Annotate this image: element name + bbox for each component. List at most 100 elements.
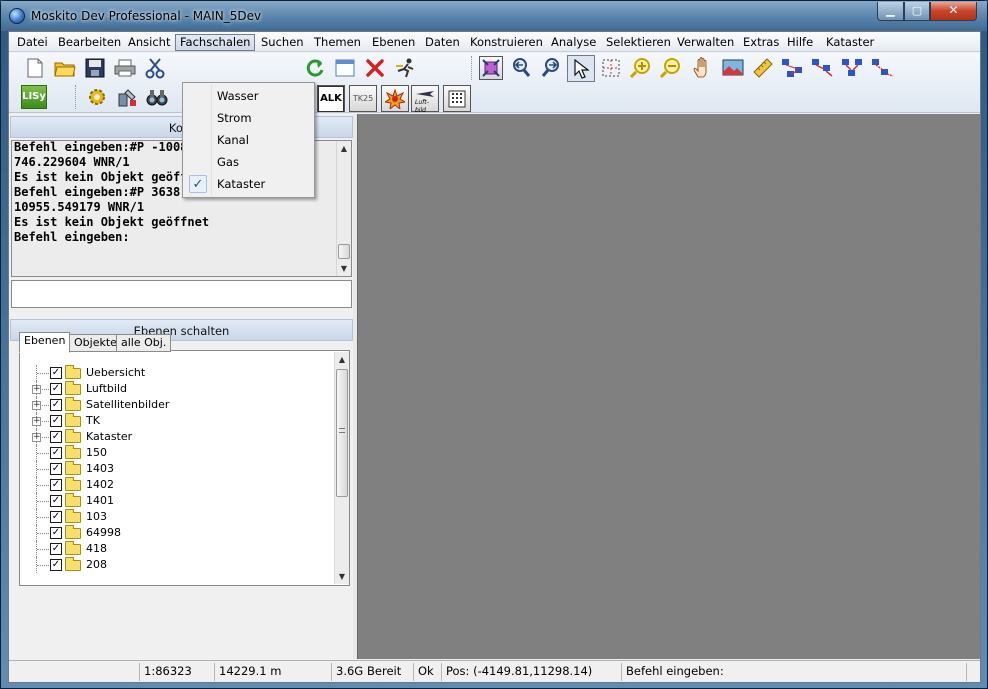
command-scrollbar[interactable]: ▲ ▼	[336, 141, 351, 276]
tree-item[interactable]: ✓ 103	[22, 509, 322, 525]
menu-datei[interactable]: Datei	[12, 34, 53, 51]
tab-objekte[interactable]: Objekte	[69, 334, 122, 352]
layer-checkbox[interactable]: ✓	[50, 463, 62, 475]
menu-ebenen[interactable]: Ebenen	[367, 34, 420, 51]
dropdown-item-kataster[interactable]: ✓ Kataster	[185, 173, 312, 195]
tree-item[interactable]: ✓ 1402	[22, 477, 322, 493]
binoculars-icon[interactable]	[145, 85, 169, 109]
scroll-up-arrow-icon[interactable]: ▲	[335, 352, 349, 367]
tree-item[interactable]: + ✓ Satellitenbilder	[22, 397, 322, 413]
map-canvas[interactable]	[357, 114, 980, 659]
layer-checkbox[interactable]: ✓	[50, 495, 62, 507]
tools-icon[interactable]	[115, 85, 139, 109]
runner-icon[interactable]	[393, 56, 417, 80]
command-input[interactable]	[11, 280, 352, 308]
scroll-up-arrow-icon[interactable]: ▲	[337, 141, 351, 156]
select-arrow-icon[interactable]	[567, 55, 595, 82]
network-connect-icon[interactable]	[841, 56, 865, 80]
tree-item[interactable]: + ✓ Kataster	[22, 429, 322, 445]
tree-item[interactable]: ✓ 1403	[22, 461, 322, 477]
layer-checkbox[interactable]: ✓	[50, 383, 62, 395]
zoom-forward-icon[interactable]	[539, 56, 563, 80]
network-edit-icon[interactable]	[871, 56, 895, 80]
dropdown-item-gas[interactable]: Gas	[185, 151, 312, 173]
expand-plus-icon[interactable]: +	[32, 417, 41, 426]
tree-item[interactable]: ✓ 150	[22, 445, 322, 461]
scroll-down-arrow-icon[interactable]: ▼	[337, 261, 351, 276]
save-disk-icon[interactable]	[83, 56, 107, 80]
tree-scrollbar[interactable]: ▲ ▼	[334, 352, 349, 584]
scroll-thumb[interactable]	[336, 369, 348, 497]
menu-hilfe[interactable]: Hilfe	[782, 34, 818, 51]
menu-analyse[interactable]: Analyse	[546, 34, 601, 51]
zoom-out-magnifier-icon[interactable]	[659, 56, 683, 80]
select-grid-icon[interactable]	[599, 56, 623, 80]
zoom-back-icon[interactable]	[509, 56, 533, 80]
pan-hand-icon[interactable]	[691, 56, 715, 80]
tree-item[interactable]: + ✓ TK	[22, 413, 322, 429]
new-document-icon[interactable]	[23, 56, 47, 80]
resize-grip-icon[interactable]	[966, 663, 980, 681]
dropdown-item-kanal[interactable]: Kanal	[185, 129, 312, 151]
title-bar[interactable]: Moskito Dev Professional - MAIN_5Dev ▁ ▢…	[1, 1, 987, 31]
luftbild-button[interactable]: Luft-bild	[411, 85, 439, 114]
tree-item[interactable]: ✓ 418	[22, 541, 322, 557]
layer-checkbox[interactable]: ✓	[50, 415, 62, 427]
alk-button[interactable]: ALK	[317, 85, 345, 112]
open-folder-icon[interactable]	[53, 56, 77, 80]
tk25-button[interactable]: TK25	[349, 85, 377, 112]
burst-icon[interactable]	[381, 85, 409, 112]
map-picture-icon[interactable]	[721, 56, 745, 80]
maximize-button[interactable]: ▢	[904, 2, 930, 21]
expand-plus-icon[interactable]: +	[32, 401, 41, 410]
menu-ansicht[interactable]: Ansicht	[123, 34, 175, 51]
layer-checkbox[interactable]: ✓	[50, 527, 62, 539]
dropdown-item-wasser[interactable]: Wasser	[185, 85, 312, 107]
layer-checkbox[interactable]: ✓	[50, 511, 62, 523]
close-button[interactable]: ✕	[930, 2, 977, 21]
tab-ebenen[interactable]: Ebenen	[19, 332, 71, 353]
ruler-icon[interactable]	[751, 56, 775, 80]
tree-item[interactable]: ✓ 208	[22, 557, 322, 573]
zoom-extent-icon[interactable]	[479, 56, 503, 80]
scroll-down-arrow-icon[interactable]: ▼	[335, 569, 349, 584]
menu-bearbeiten[interactable]: Bearbeiten	[53, 34, 126, 51]
gear-gold-icon[interactable]	[85, 85, 109, 109]
menu-fachschalen[interactable]: Fachschalen	[175, 34, 256, 51]
menu-themen[interactable]: Themen	[309, 34, 366, 51]
network-red-icon[interactable]	[811, 56, 835, 80]
scroll-thumb[interactable]	[338, 244, 350, 259]
app-globe-icon[interactable]	[9, 8, 25, 24]
dropdown-item-strom[interactable]: Strom	[185, 107, 312, 129]
layer-checkbox[interactable]: ✓	[50, 479, 62, 491]
layer-checkbox[interactable]: ✓	[50, 543, 62, 555]
grid-dots-icon[interactable]	[443, 85, 471, 112]
tab-alle-obj[interactable]: alle Obj.	[116, 334, 172, 352]
expand-plus-icon[interactable]: +	[32, 433, 41, 442]
network-blue-icon[interactable]	[781, 56, 805, 80]
layer-checkbox[interactable]: ✓	[50, 399, 62, 411]
layer-checkbox[interactable]: ✓	[50, 559, 62, 571]
refresh-icon[interactable]	[303, 56, 327, 80]
layer-checkbox[interactable]: ✓	[50, 367, 62, 379]
menu-extras[interactable]: Extras	[738, 34, 784, 51]
layer-checkbox[interactable]: ✓	[50, 447, 62, 459]
menu-daten[interactable]: Daten	[420, 34, 465, 51]
expand-plus-icon[interactable]: +	[32, 385, 41, 394]
print-icon[interactable]	[113, 56, 137, 80]
menu-konstruieren[interactable]: Konstruieren	[465, 34, 548, 51]
menu-verwalten[interactable]: Verwalten	[672, 34, 739, 51]
layer-checkbox[interactable]: ✓	[50, 431, 62, 443]
zoom-in-magnifier-icon[interactable]	[629, 56, 653, 80]
menu-kataster[interactable]: Kataster	[821, 34, 879, 51]
lisy-icon[interactable]: LISy	[21, 85, 47, 109]
tree-item[interactable]: ✓ 1401	[22, 493, 322, 509]
menu-selektieren[interactable]: Selektieren	[601, 34, 676, 51]
window-icon[interactable]	[333, 56, 357, 80]
delete-x-icon[interactable]	[363, 56, 387, 80]
menu-suchen[interactable]: Suchen	[256, 34, 309, 51]
tree-item[interactable]: ✓ 64998	[22, 525, 322, 541]
tree-item[interactable]: + ✓ Luftbild	[22, 381, 322, 397]
minimize-button[interactable]: ▁	[877, 2, 904, 21]
cut-scissors-icon[interactable]	[143, 56, 167, 80]
